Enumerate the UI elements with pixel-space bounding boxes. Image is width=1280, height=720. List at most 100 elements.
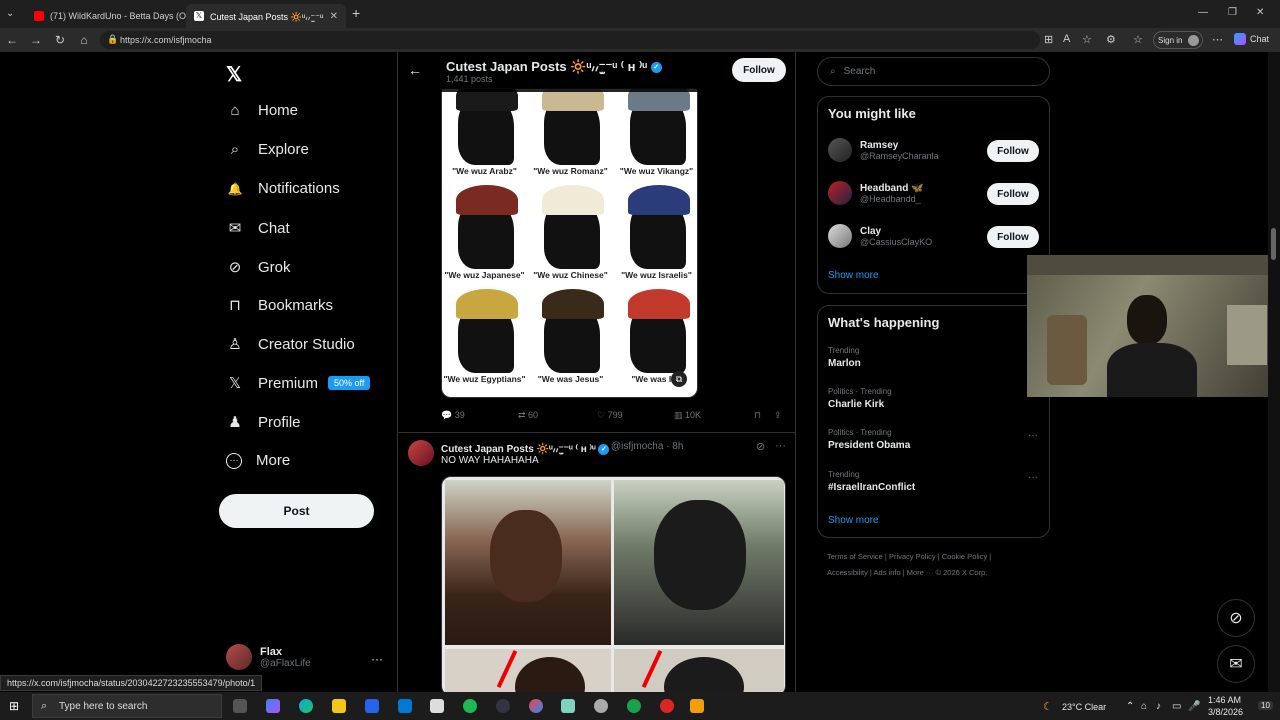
follow-button[interactable]: Follow xyxy=(987,183,1039,205)
xbox-icon[interactable] xyxy=(627,699,641,713)
nav-more[interactable]: ⋯ More xyxy=(226,452,290,469)
sign-in-button[interactable]: Sign in xyxy=(1153,31,1203,49)
footer-links[interactable]: Accessibility | Ads info | More ··· © 20… xyxy=(827,568,987,577)
moon-weather-icon[interactable]: ☾ xyxy=(1043,700,1053,713)
windows-start-icon[interactable]: ⊞ xyxy=(9,699,19,713)
nav-profile[interactable]: ♟ Profile xyxy=(226,413,300,432)
grok-fab-button[interactable]: ⊘ xyxy=(1217,599,1255,637)
restore-button[interactable]: ❐ xyxy=(1228,7,1237,18)
nav-notifications[interactable]: 🔔 Notifications xyxy=(226,180,340,197)
nav-bookmarks[interactable]: ⊓ Bookmarks xyxy=(226,296,333,315)
views-button[interactable]: ▥ 10K xyxy=(674,410,701,421)
clock-time[interactable]: 1:46 AM xyxy=(1208,695,1241,705)
notepad-icon[interactable] xyxy=(430,699,444,713)
tweet-image-grid[interactable]: "We wuz Arabz" "We wuz Romanz" "We wuz Vik… xyxy=(441,88,698,398)
app-icon[interactable] xyxy=(594,699,608,713)
grid-image-cell[interactable]: "We wuz Israelis" xyxy=(614,179,697,282)
suggested-user[interactable]: Headband 🦋 @Headbandd_ xyxy=(828,181,924,205)
search-input[interactable]: ⌕ Search xyxy=(817,57,1050,86)
back-icon[interactable]: ← xyxy=(0,33,24,47)
app-icon[interactable] xyxy=(561,699,575,713)
trend-more-icon[interactable]: ··· xyxy=(1028,430,1038,441)
reply-button[interactable]: 💬 39 xyxy=(441,410,465,421)
grid-image-cell[interactable]: "We wuz Japanese" xyxy=(442,179,527,282)
trend-item[interactable]: Trending Marlon xyxy=(828,346,861,369)
favorites-icon[interactable]: ☆ xyxy=(1133,33,1143,46)
trend-item[interactable]: Politics · Trending Charlie Kirk xyxy=(828,387,892,410)
trend-item[interactable]: Trending #IsraelIranConflict xyxy=(828,470,915,493)
nav-explore[interactable]: ⌕ Explore xyxy=(226,141,309,158)
store-icon[interactable] xyxy=(365,699,379,713)
edge-icon[interactable] xyxy=(299,699,313,713)
follow-button[interactable]: Follow xyxy=(987,140,1039,162)
weather-text[interactable]: 23°C Clear xyxy=(1062,702,1106,712)
app-icon[interactable] xyxy=(496,699,510,713)
grid-image-cell[interactable]: "We was Ind xyxy=(614,283,697,386)
scroll-thumb[interactable] xyxy=(1271,228,1276,260)
address-bar[interactable]: 🔒 https://x.com/isfjmocha xyxy=(100,31,1040,49)
minimize-button[interactable]: — xyxy=(1198,7,1208,18)
new-tab-button[interactable]: + xyxy=(352,5,360,21)
obs-icon[interactable] xyxy=(660,699,674,713)
nav-home[interactable]: ⌂ Home xyxy=(226,102,298,119)
favorite-star-icon[interactable]: ☆ xyxy=(1082,33,1092,46)
grid-image-cell[interactable]: "We was Jesus" xyxy=(528,283,613,386)
file-explorer-icon[interactable] xyxy=(332,699,346,713)
tweet-author[interactable]: Cutest Japan Posts 🔆ᵘ៸៸⁻̫⁻ᵘ ⁽ ʜ ⁾ᵘ ✓ xyxy=(441,441,610,455)
x-logo-icon[interactable]: 𝕏 xyxy=(226,62,242,87)
display-icon[interactable]: ▭ xyxy=(1172,701,1181,712)
volume-icon[interactable]: ♪ xyxy=(1156,701,1161,712)
spotify-icon[interactable] xyxy=(463,699,477,713)
trend-item[interactable]: Politics · Trending President Obama xyxy=(828,428,910,451)
suggested-user[interactable]: Ramsey @RamseyCharanla xyxy=(828,138,939,162)
nav-creator-studio[interactable]: ♙ Creator Studio xyxy=(226,335,354,354)
repost-button[interactable]: ⇄ 60 xyxy=(518,410,538,421)
tab-x-profile[interactable]: 𝕏 Cutest Japan Posts 🔆ᵘ៸៸⁻̫⁻ᵘ ⁽ ʜ ⁾ᵘ ✕ xyxy=(186,4,346,28)
notification-count[interactable]: 10 xyxy=(1258,701,1273,710)
like-button[interactable]: ♡ 799 xyxy=(597,410,623,421)
avatar[interactable] xyxy=(408,440,434,466)
tweet-more-icon[interactable]: ··· xyxy=(775,440,786,452)
taskbar-search-input[interactable]: ⌕ Type here to search xyxy=(32,694,222,718)
nav-chat[interactable]: ✉ Chat xyxy=(226,219,290,238)
suggested-user[interactable]: Clay @CassiusClayKO xyxy=(828,224,932,248)
tab-actions-icon[interactable]: ⌄ xyxy=(6,8,14,19)
tweet-photo[interactable] xyxy=(441,476,786,692)
tray-chevron-icon[interactable]: ⌃ xyxy=(1126,701,1134,712)
chrome-icon[interactable] xyxy=(529,699,543,713)
back-arrow-icon[interactable]: ← xyxy=(408,62,422,78)
home-icon[interactable]: ⌂ xyxy=(72,33,96,47)
grid-image-cell[interactable]: "We wuz Arabz" xyxy=(442,89,527,178)
close-tab-icon[interactable]: ✕ xyxy=(330,11,338,22)
forward-icon[interactable]: → xyxy=(24,33,48,47)
close-window-button[interactable]: ✕ xyxy=(1256,7,1264,18)
app-icon[interactable] xyxy=(690,699,704,713)
grid-image-cell[interactable]: "We wuz Romanz" xyxy=(528,89,613,178)
post-button[interactable]: Post xyxy=(219,494,374,528)
task-view-icon[interactable] xyxy=(233,699,247,713)
messages-fab-button[interactable]: ✉ xyxy=(1217,645,1255,683)
nav-premium[interactable]: 𝕏 Premium 50% off xyxy=(226,374,371,392)
grid-image-cell[interactable]: "We wuz Egyptians" xyxy=(442,283,527,386)
read-aloud-icon[interactable]: A xyxy=(1063,33,1070,45)
scrollbar[interactable] xyxy=(1268,52,1280,692)
copilot-chat-button[interactable]: Chat xyxy=(1234,33,1269,45)
mic-icon[interactable]: 🎤 xyxy=(1188,701,1200,712)
app-available-icon[interactable]: ⊞ xyxy=(1044,33,1053,46)
show-more-link[interactable]: Show more xyxy=(828,515,879,526)
grok-analyze-icon[interactable]: ⊘ xyxy=(756,440,765,453)
follow-button[interactable]: Follow xyxy=(732,58,786,82)
network-icon[interactable]: ⌂ xyxy=(1141,701,1147,712)
bookmark-icon[interactable]: ⊓ xyxy=(754,410,761,421)
settings-more-icon[interactable]: ⋯ xyxy=(1212,33,1223,46)
image-edit-icon[interactable]: ⧉ xyxy=(671,371,687,387)
account-switcher[interactable]: Flax @aFlaxLife xyxy=(226,644,311,670)
share-icon[interactable]: ⇪ xyxy=(774,410,782,421)
tweet-handle-time[interactable]: @isfjmocha · 8h xyxy=(611,441,683,452)
refresh-icon[interactable]: ↻ xyxy=(48,33,72,47)
nav-grok[interactable]: ⊘ Grok xyxy=(226,258,291,277)
grid-image-cell[interactable]: "We wuz Chinese" xyxy=(528,179,613,282)
extensions-icon[interactable]: ⚙ xyxy=(1106,33,1116,46)
footer-links[interactable]: Terms of Service | Privacy Policy | Cook… xyxy=(827,552,991,561)
clock-date[interactable]: 3/8/2026 xyxy=(1208,707,1243,717)
